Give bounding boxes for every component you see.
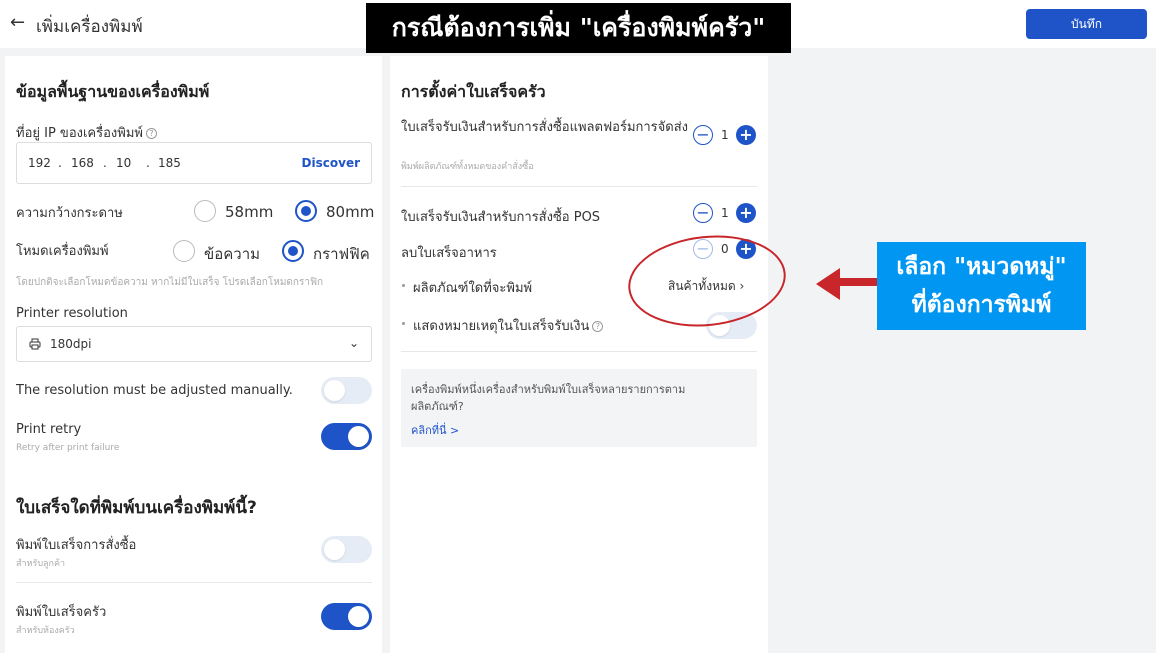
- chevron-down-icon: ⌄: [348, 336, 359, 350]
- kitchen-settings-panel: การตั้งค่าใบเสร็จครัว ใบเสร็จรับเงินสำหร…: [390, 56, 768, 653]
- print-retry-toggle[interactable]: [321, 423, 372, 450]
- divider: [401, 186, 757, 187]
- paper-width-label: ความกว้างกระดาษ: [16, 206, 123, 221]
- paper-80mm-radio[interactable]: [295, 200, 317, 222]
- pos-plus-button[interactable]: +: [736, 203, 756, 223]
- page-title: เพิ่มเครื่องพิมพ์: [36, 17, 143, 37]
- info-link[interactable]: คลิกที่นี่ >: [411, 421, 459, 439]
- ip-dot: .: [103, 156, 107, 170]
- printer-icon: [29, 338, 41, 350]
- ip-dot: .: [58, 156, 62, 170]
- ip-segment-2[interactable]: 168: [71, 156, 94, 170]
- resolution-value: 180dpi: [50, 337, 92, 351]
- ip-segment-4[interactable]: 185: [158, 156, 181, 170]
- callout-box: เลือก "หมวดหมู่" ที่ต้องการพิมพ์: [877, 242, 1086, 330]
- products-label: ผลิตภัณฑ์ใดที่จะพิมพ์: [413, 281, 533, 296]
- kitchen-settings-heading: การตั้งค่าใบเสร็จครัว: [401, 82, 546, 101]
- save-button[interactable]: บันทึก: [1026, 9, 1147, 39]
- kitchen-receipt-sub: สำหรับห้องครัว: [16, 626, 75, 636]
- annotation-banner: กรณีต้องการเพิ่ม "เครื่องพิมพ์ครัว": [366, 3, 791, 53]
- ip-dot: .: [146, 156, 150, 170]
- show-note-label: แสดงหมายเหตุในใบเสร็จรับเงิน?: [413, 315, 604, 336]
- pos-count: 1: [721, 206, 729, 220]
- kitchen-receipt-label: พิมพ์ใบเสร็จครัว: [16, 605, 107, 620]
- divider: [401, 351, 757, 352]
- divider: [16, 582, 372, 583]
- platform-receipt-sub: พิมพ์ผลิตภัณฑ์ทั้งหมดของคำสั่งซื้อ: [401, 162, 534, 172]
- red-arrow-icon: [816, 268, 878, 300]
- help-icon[interactable]: ?: [145, 128, 157, 139]
- back-arrow-icon[interactable]: ←: [10, 12, 25, 33]
- order-receipt-sub: สำหรับลูกค้า: [16, 559, 66, 569]
- platform-plus-button[interactable]: +: [736, 125, 756, 145]
- order-receipt-toggle[interactable]: [321, 536, 372, 563]
- callout-line-2: ที่ต้องการพิมพ์: [911, 292, 1052, 318]
- bullet: [402, 284, 405, 287]
- discover-button[interactable]: Discover: [302, 156, 360, 170]
- platform-receipt-label: ใบเสร็จรับเงินสำหรับการสั่งซื้อแพลตฟอร์ม…: [401, 120, 689, 135]
- receipt-types-heading: ใบเสร็จใดที่พิมพ์บนเครื่องพิมพ์นี้?: [16, 498, 257, 518]
- print-retry-sub: Retry after print failure: [16, 443, 120, 453]
- ip-label: ที่อยู่ IP ของเครื่องพิมพ์?: [16, 122, 157, 143]
- paper-80mm-label[interactable]: 80mm: [326, 203, 374, 221]
- manual-resolution-toggle[interactable]: [321, 377, 372, 404]
- show-note-text: แสดงหมายเหตุในใบเสร็จรับเงิน: [413, 319, 590, 334]
- info-box: เครื่องพิมพ์หนึ่งเครื่องสำหรับพิมพ์ใบเสร…: [401, 369, 757, 447]
- resolution-label: Printer resolution: [16, 306, 128, 321]
- ip-label-text: ที่อยู่ IP ของเครื่องพิมพ์: [16, 126, 143, 141]
- printer-mode-label: โหมดเครื่องพิมพ์: [16, 244, 109, 259]
- mode-text-label[interactable]: ข้อความ: [204, 242, 260, 266]
- mode-graphic-label[interactable]: กราฟฟิค: [313, 242, 370, 266]
- mode-text-radio[interactable]: [173, 240, 195, 262]
- info-text: เครื่องพิมพ์หนึ่งเครื่องสำหรับพิมพ์ใบเสร…: [411, 383, 686, 413]
- paper-58mm-label[interactable]: 58mm: [225, 203, 273, 221]
- ip-segment-1[interactable]: 192: [28, 156, 51, 170]
- platform-minus-button[interactable]: −: [693, 125, 713, 145]
- resolution-select[interactable]: 180dpi ⌄: [16, 326, 372, 362]
- order-receipt-label: พิมพ์ใบเสร็จการสั่งซื้อ: [16, 538, 137, 553]
- ip-address-field[interactable]: 192 . 168 . 10 . 185 Discover: [16, 142, 372, 184]
- paper-58mm-radio[interactable]: [194, 200, 216, 222]
- mode-hint: โดยปกติจะเลือกโหมดข้อความ หากไม่มีใบเสร็…: [16, 277, 324, 288]
- basic-info-heading: ข้อมูลพื้นฐานของเครื่องพิมพ์: [16, 82, 210, 101]
- print-retry-label: Print retry: [16, 422, 82, 437]
- pos-minus-button[interactable]: −: [693, 203, 713, 223]
- ip-segment-3[interactable]: 10: [116, 156, 131, 170]
- callout-line-1: เลือก "หมวดหมู่": [896, 254, 1067, 280]
- pos-receipt-label: ใบเสร็จรับเงินสำหรับการสั่งซื้อ POS: [401, 210, 601, 225]
- platform-count: 1: [721, 128, 729, 142]
- kitchen-receipt-toggle[interactable]: [321, 603, 372, 630]
- delete-receipt-label: ลบใบเสร็จอาหาร: [401, 246, 497, 261]
- basic-info-panel: ข้อมูลพื้นฐานของเครื่องพิมพ์ ที่อยู่ IP …: [5, 56, 382, 653]
- mode-graphic-radio[interactable]: [282, 240, 304, 262]
- help-icon[interactable]: ?: [592, 321, 604, 332]
- manual-resolution-label: The resolution must be adjusted manually…: [16, 383, 293, 398]
- bullet: [402, 322, 405, 325]
